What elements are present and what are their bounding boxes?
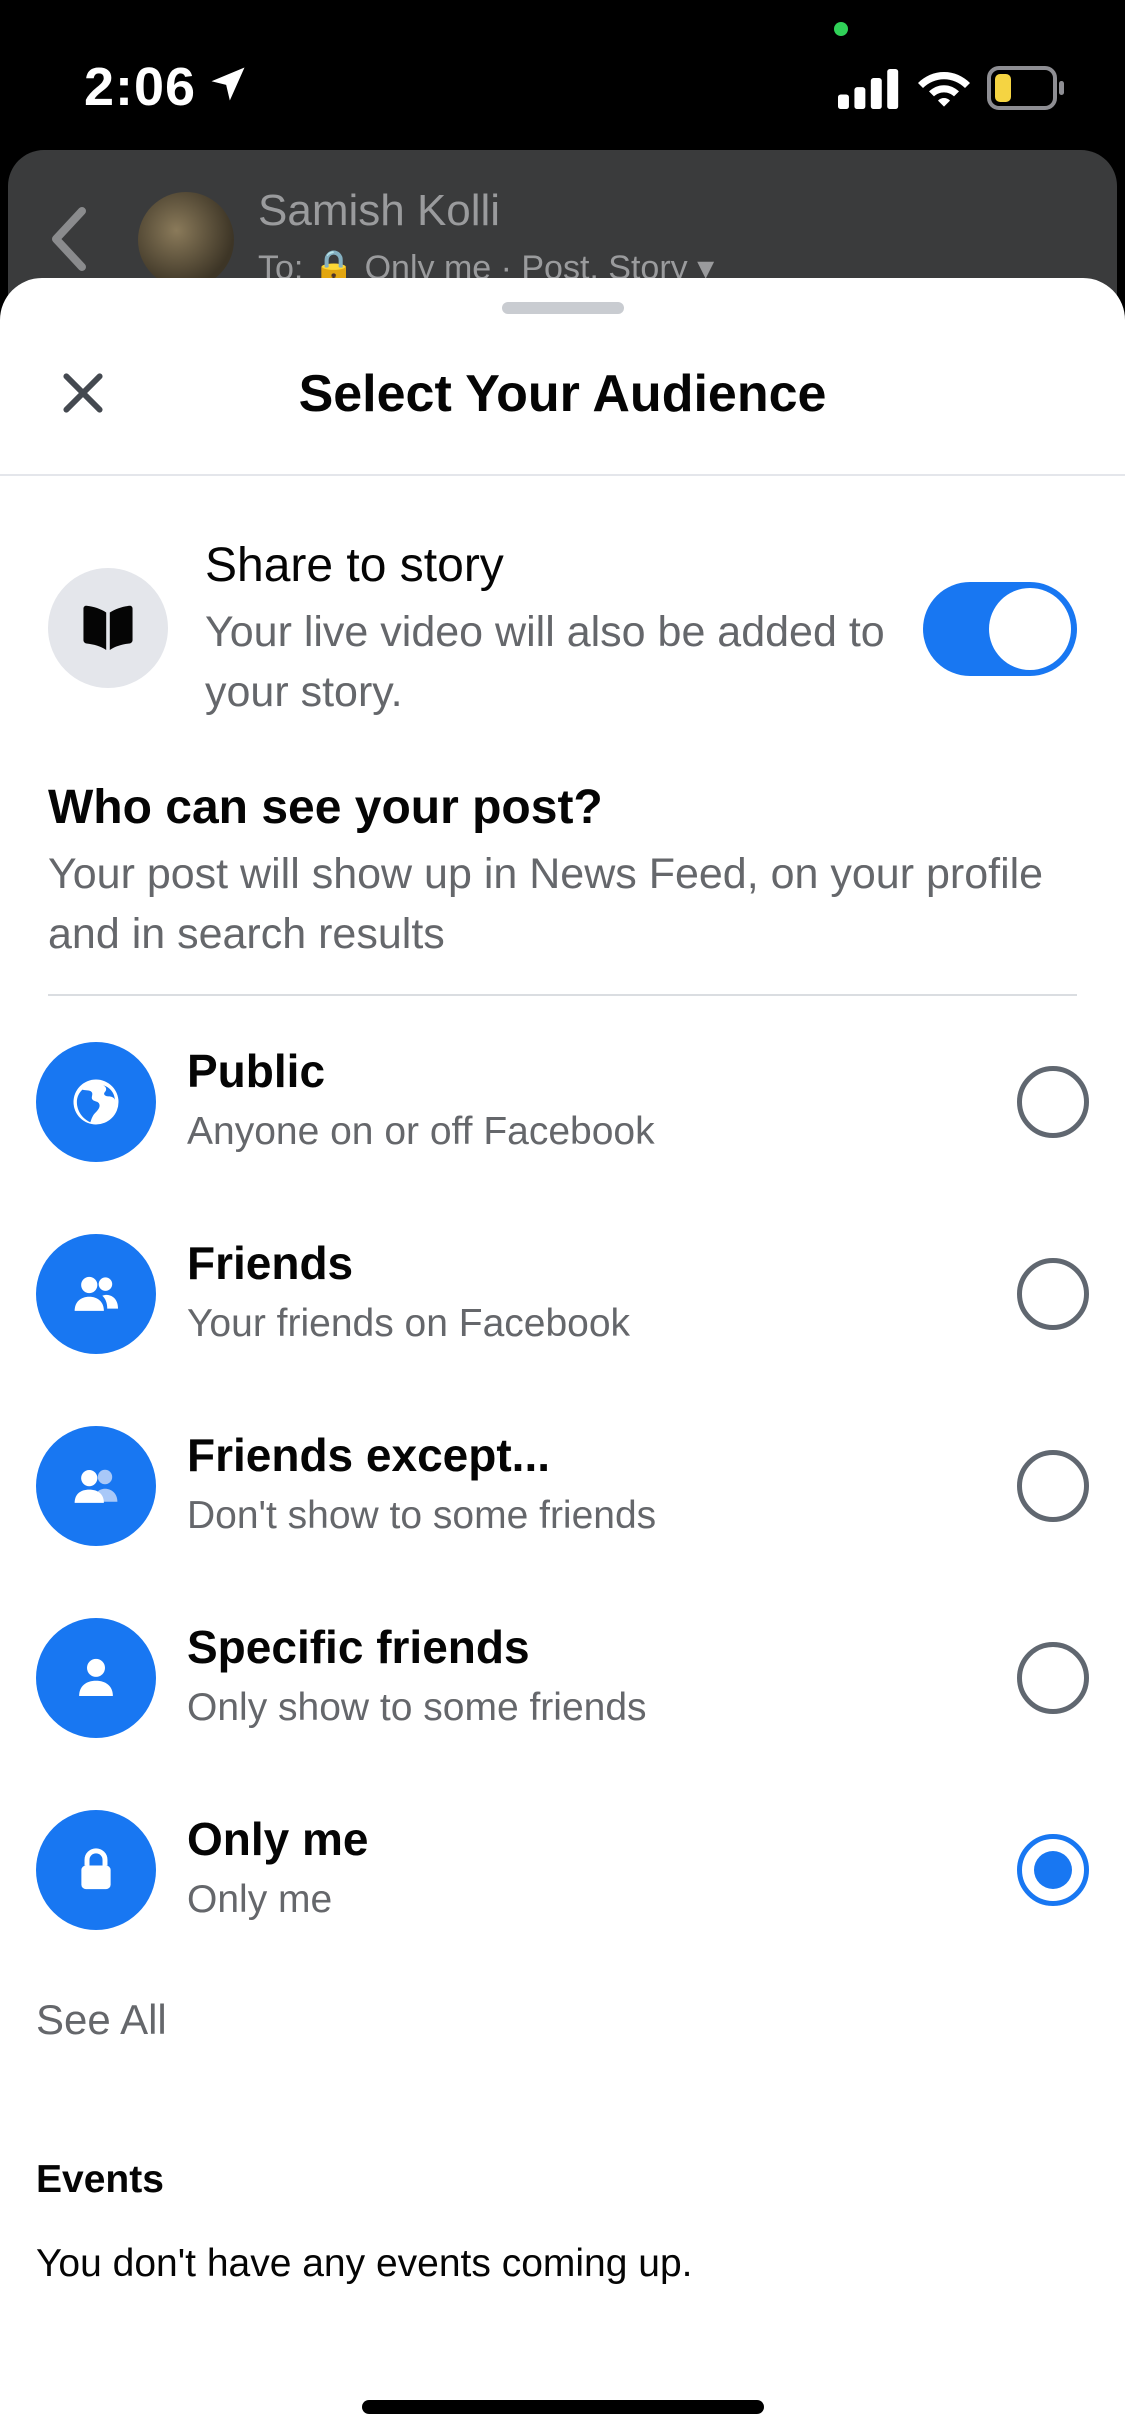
camera-indicator-dot [834, 22, 848, 36]
option-subtitle: Only me [187, 1878, 333, 1921]
sheet-title: Select Your Audience [298, 365, 827, 423]
option-label: Public [187, 1045, 326, 1097]
option-icon-container [36, 1810, 156, 1930]
share-story-description: Your live video will also be added to yo… [205, 608, 885, 716]
book-open-icon [83, 605, 133, 650]
radio-button[interactable] [1017, 1066, 1089, 1138]
divider [0, 474, 1125, 476]
story-icon-container [48, 568, 168, 688]
back-chevron-icon [52, 207, 86, 271]
audience-description: Your post will show up in News Feed, on … [48, 850, 1044, 958]
person-icon [79, 1658, 113, 1696]
author-name: Samish Kolli [258, 186, 501, 235]
radio-button[interactable] [1017, 1642, 1089, 1714]
audience-option-friends[interactable]: Friends Your friends on Facebook [0, 1206, 1125, 1382]
radio-button[interactable] [1017, 1258, 1089, 1330]
see-all-link[interactable]: See All [36, 1996, 167, 2044]
status-time: 2:06 [84, 57, 197, 117]
option-icon-container [36, 1618, 156, 1738]
audience-option-specific-friends[interactable]: Specific friends Only show to some frien… [0, 1590, 1125, 1766]
option-label: Only me [187, 1813, 369, 1865]
location-arrow-icon [211, 67, 245, 101]
audience-heading: Who can see your post? [48, 781, 603, 834]
audience-option-public[interactable]: Public Anyone on or off Facebook [0, 1014, 1125, 1190]
option-subtitle: Your friends on Facebook [187, 1302, 631, 1345]
option-label: Friends [187, 1237, 354, 1289]
events-empty-message: You don't have any events coming up. [36, 2242, 693, 2285]
divider [48, 994, 1077, 996]
globe-icon [73, 1079, 119, 1125]
share-story-title: Share to story [205, 539, 504, 592]
audience-option-only-me[interactable]: Only me Only me [0, 1782, 1125, 1958]
friends-except-icon [74, 1469, 118, 1503]
radio-button[interactable] [1017, 1450, 1089, 1522]
option-label: Friends except... [187, 1429, 551, 1481]
battery-icon [987, 66, 1064, 110]
option-icon-container [36, 1042, 156, 1162]
toggle-knob [989, 588, 1071, 670]
option-label: Specific friends [187, 1621, 530, 1673]
wifi-icon [918, 72, 970, 107]
events-heading: Events [36, 2158, 164, 2201]
home-indicator[interactable] [362, 2400, 764, 2414]
radio-button-selected[interactable] [1017, 1834, 1089, 1906]
friends-icon [74, 1276, 119, 1311]
lock-icon [81, 1848, 111, 1890]
option-subtitle: Don't show to some friends [187, 1494, 657, 1537]
audience-sheet: Select Your Audience Share to story Your… [0, 278, 1125, 2436]
avatar [138, 192, 234, 288]
status-bar: 2:06 [0, 0, 1125, 150]
cellular-signal-icon [838, 68, 899, 110]
option-subtitle: Anyone on or off Facebook [187, 1110, 655, 1153]
audience-option-friends-except[interactable]: Friends except... Don't show to some fri… [0, 1398, 1125, 1574]
option-subtitle: Only show to some friends [187, 1686, 647, 1729]
option-icon-container [36, 1426, 156, 1546]
sheet-grabber[interactable] [502, 302, 624, 314]
share-story-toggle[interactable] [923, 582, 1077, 676]
option-icon-container [36, 1234, 156, 1354]
